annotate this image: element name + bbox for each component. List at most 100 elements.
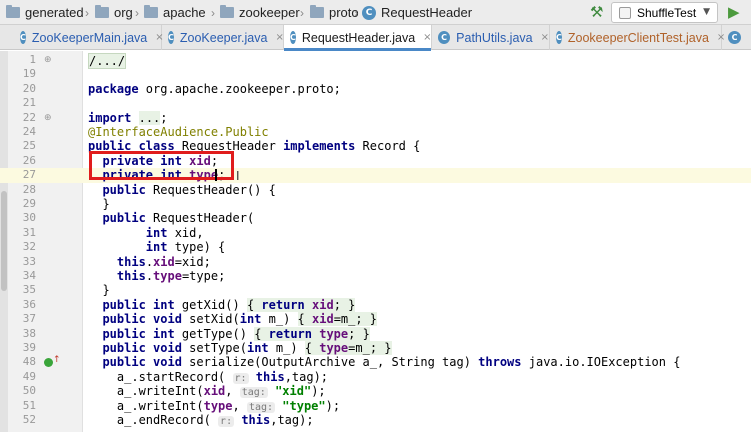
line-number: 38	[22, 326, 36, 340]
arrow-up-icon: ↑	[53, 355, 61, 366]
code-text[interactable]: this.xid=xid;	[88, 255, 211, 269]
code-line[interactable]: 39 public void setType(int m_) { type=m_…	[0, 341, 751, 355]
code-text[interactable]: public void serialize(OutputArchive a_, …	[88, 355, 680, 369]
tab-label: RequestHeader.java	[301, 30, 416, 45]
folder-icon	[310, 5, 324, 18]
code-text[interactable]: public RequestHeader(	[88, 211, 254, 225]
run-configuration-select[interactable]: ShuffleTest ▼	[611, 2, 718, 23]
code-text[interactable]: a_.endRecord( r: this,tag);	[88, 413, 314, 429]
tab-zookeeper[interactable]: C ZooKeeper.java ×	[162, 25, 284, 50]
code-line[interactable]: 37 public void setXid(int m_) { xid=m_; …	[0, 312, 751, 327]
code-text[interactable]: int type) {	[88, 240, 225, 254]
code-line[interactable]: 19	[0, 67, 751, 81]
code-line[interactable]: 38 public int getType() { return type; }	[0, 326, 751, 341]
line-number: 19	[22, 67, 36, 81]
folder-icon	[220, 5, 234, 18]
line-number: 34	[22, 269, 36, 282]
fold-icon[interactable]: ⊕	[44, 113, 52, 123]
line-number: 51	[22, 398, 36, 412]
code-line[interactable]: 30 public RequestHeader(	[0, 211, 751, 225]
code-text[interactable]: }	[88, 197, 109, 211]
close-icon[interactable]: ×	[541, 32, 549, 43]
navigation-bar: generated › org › apache › zookeeper › p…	[0, 0, 751, 25]
code-text[interactable]: }	[88, 283, 109, 297]
code-line[interactable]: 35 }	[0, 283, 751, 297]
code-line[interactable]: 1 ⊕ /.../	[0, 53, 751, 70]
text-caret	[215, 169, 217, 181]
tab-zookeeperclienttest[interactable]: C ZookeeperClientTest.java ×	[550, 25, 725, 50]
code-line[interactable]: 22 ⊕ import ...;	[0, 110, 751, 125]
code-text[interactable]: package org.apache.zookeeper.proto;	[88, 82, 341, 96]
code-line[interactable]: 21	[0, 96, 751, 110]
line-number: 24	[22, 125, 36, 138]
code-line[interactable]: 34 this.type=type;	[0, 269, 751, 283]
code-line[interactable]: 31 int xid,	[0, 226, 751, 240]
breadcrumb-apache[interactable]: apache	[144, 0, 206, 25]
code-line[interactable]: 24 @InterfaceAudience.Public	[0, 125, 751, 139]
line-number: 39	[22, 341, 36, 354]
line-number: 22	[22, 110, 36, 124]
breadcrumb-generated[interactable]: generated	[6, 0, 84, 25]
annotation-highlight-box	[89, 151, 234, 180]
play-icon[interactable]: ▶	[728, 3, 740, 21]
ibeam-cursor-icon: I	[236, 169, 240, 183]
code-line[interactable]: 20 package org.apache.zookeeper.proto;	[0, 82, 751, 96]
breadcrumb-zookeeper[interactable]: zookeeper	[220, 0, 300, 25]
code-line[interactable]: 50 a_.writeInt(xid, tag: "xid");	[0, 384, 751, 399]
code-text[interactable]: public void setType(int m_) { type=m_; }	[88, 341, 392, 355]
breadcrumb-org[interactable]: org	[95, 0, 133, 25]
override-implements-icon[interactable]	[44, 358, 53, 368]
code-line[interactable]: 36 public int getXid() { return xid; }	[0, 297, 751, 312]
line-number: 25	[22, 139, 36, 153]
breadcrumb-label: RequestHeader	[381, 5, 473, 20]
tab-overflow[interactable]: C	[722, 25, 751, 50]
code-line[interactable]: 52 a_.endRecord( r: this,tag);	[0, 413, 751, 427]
tab-pathutils[interactable]: C PathUtils.java ×	[432, 25, 550, 50]
code-line[interactable]: 32 int type) {	[0, 240, 751, 254]
tab-label: ZookeeperClientTest.java	[567, 30, 709, 45]
code-text[interactable]: public int getType() { return type; }	[88, 326, 370, 341]
code-line[interactable]: 28 public RequestHeader() {	[0, 183, 751, 197]
close-icon[interactable]: ×	[423, 32, 431, 43]
breadcrumb-requestheader[interactable]: C RequestHeader	[362, 0, 472, 25]
close-icon[interactable]: ×	[275, 32, 283, 43]
line-number: 33	[22, 254, 36, 268]
breadcrumb-label: org	[114, 5, 133, 20]
tab-label: ZooKeeperMain.java	[31, 30, 148, 45]
code-line[interactable]: 29 }	[0, 197, 751, 211]
line-number: 26	[22, 153, 36, 167]
class-icon: C	[20, 31, 26, 44]
code-text[interactable]: int xid,	[88, 226, 204, 240]
code-text[interactable]: public RequestHeader() {	[88, 183, 275, 197]
chevron-right-icon: ›	[135, 6, 139, 20]
run-configuration-label: ShuffleTest	[637, 5, 697, 20]
code-line[interactable]: 33 this.xid=xid;	[0, 255, 751, 269]
class-icon: C	[728, 31, 741, 44]
chevron-right-icon: ›	[85, 6, 89, 20]
code-text[interactable]: import ...;	[88, 110, 168, 125]
line-number: 31	[22, 225, 36, 239]
code-text[interactable]: public int getXid() { return xid; }	[88, 297, 356, 312]
hammer-icon[interactable]: ⚒	[590, 3, 606, 21]
line-number: 1	[29, 53, 36, 66]
breadcrumb-label: zookeeper	[239, 5, 300, 20]
class-icon: C	[168, 31, 174, 44]
tab-requestheader[interactable]: C RequestHeader.java ×	[284, 25, 432, 51]
chevron-right-icon: ›	[354, 6, 358, 20]
code-editor[interactable]: 1 ⊕ /.../ 19 20 package org.apache.zooke…	[0, 51, 751, 432]
code-line[interactable]: 49 a_.startRecord( r: this,tag);	[0, 370, 751, 384]
code-line[interactable]: 48 ↑ public void serialize(OutputArchive…	[0, 355, 751, 369]
code-line[interactable]: 51 a_.writeInt(type, tag: "type");	[0, 399, 751, 413]
line-number: 20	[22, 81, 36, 95]
chevron-right-icon: ›	[300, 6, 304, 20]
line-number: 27	[22, 168, 36, 182]
line-number: 28	[22, 182, 36, 196]
tab-zookeepermain[interactable]: C ZooKeeperMain.java ×	[14, 25, 164, 50]
fold-icon[interactable]: ⊕	[44, 55, 52, 65]
code-text[interactable]: @InterfaceAudience.Public	[88, 125, 269, 139]
code-text[interactable]: this.type=type;	[88, 269, 225, 283]
class-icon: C	[362, 5, 376, 20]
breadcrumb-proto[interactable]: proto	[310, 0, 359, 25]
line-number: 36	[22, 297, 36, 311]
code-text[interactable]: public void setXid(int m_) { xid=m_; }	[88, 312, 378, 327]
